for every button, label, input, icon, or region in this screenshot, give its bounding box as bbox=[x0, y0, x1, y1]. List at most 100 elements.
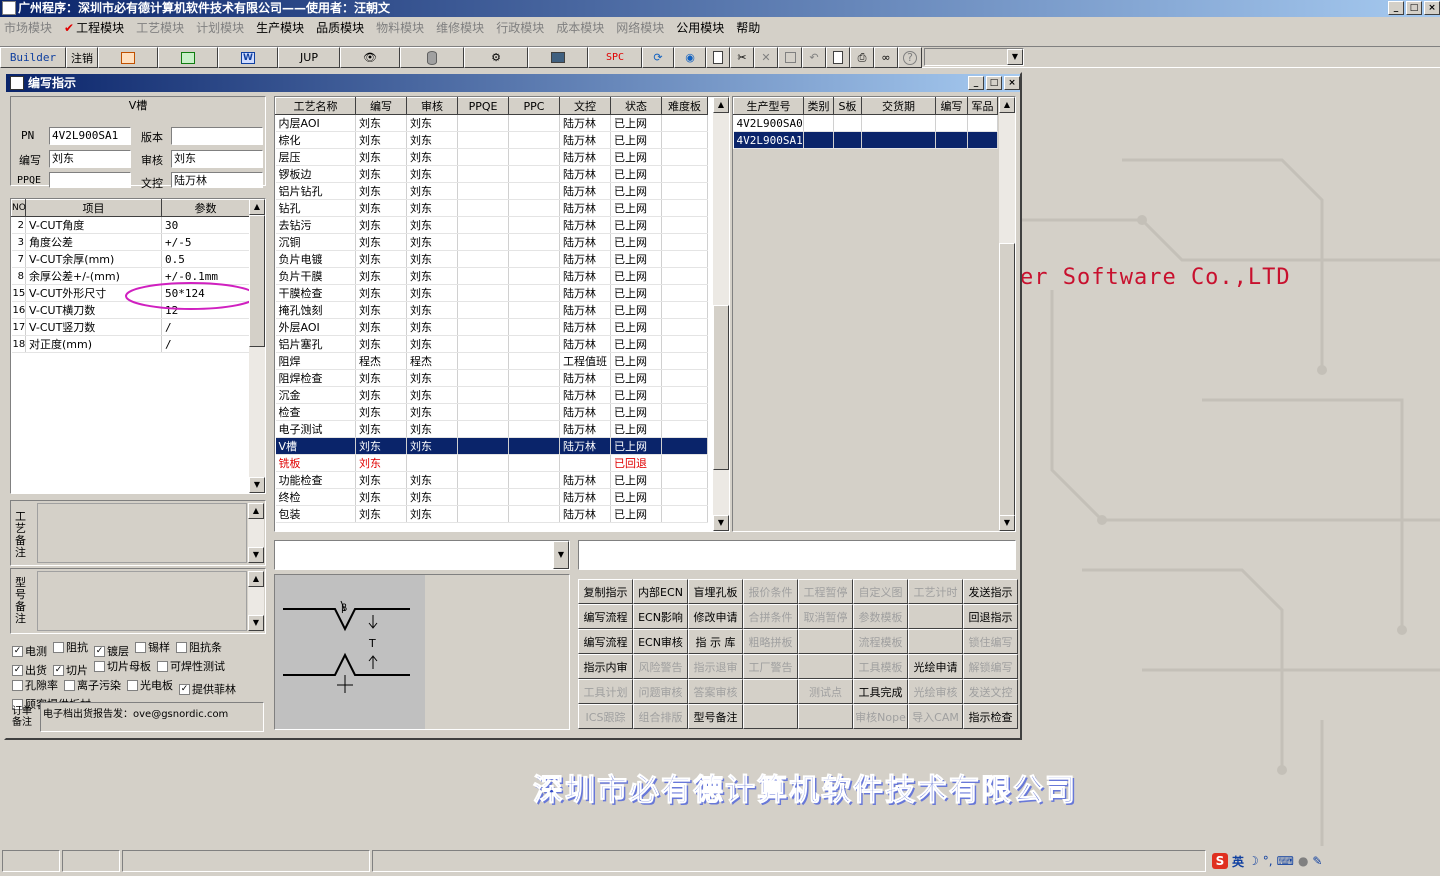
menu-item-4[interactable]: 生产模块 bbox=[256, 19, 304, 36]
save-button[interactable] bbox=[778, 47, 802, 68]
process-row[interactable]: 层压 刘东 刘东 陆万林 已上网 bbox=[275, 148, 708, 166]
order-remarks-field[interactable]: 电子档出货报告发：ove@gsnordic.com bbox=[40, 702, 264, 732]
process-header-2[interactable]: 审核 bbox=[406, 97, 458, 115]
unchecked-icon[interactable] bbox=[53, 642, 64, 653]
refresh-button[interactable]: ⟳ bbox=[642, 47, 674, 68]
model-scrollbar[interactable]: ▲ ▼ bbox=[999, 97, 1015, 531]
action-button-2-2[interactable]: 指 示 库 bbox=[688, 629, 743, 654]
scroll-thumb[interactable] bbox=[999, 243, 1015, 523]
process-row[interactable]: 铝片塞孔 刘东 刘东 陆万林 已上网 bbox=[275, 335, 708, 353]
process-row[interactable]: 负片干膜 刘东 刘东 陆万林 已上网 bbox=[275, 267, 708, 285]
control-field[interactable]: 陆万林 bbox=[171, 172, 263, 188]
scroll-down-icon[interactable]: ▼ bbox=[713, 515, 729, 531]
process-header-0[interactable]: 工艺名称 bbox=[275, 97, 356, 115]
scroll-up-icon[interactable]: ▲ bbox=[248, 503, 264, 519]
process-remarks-scrollbar[interactable]: ▲ ▼ bbox=[248, 503, 264, 563]
menu-item-1[interactable]: ✔ 工程模块 bbox=[64, 19, 124, 36]
scroll-down-icon[interactable]: ▼ bbox=[999, 515, 1015, 531]
checkbox-0-1[interactable]: 阻抗 bbox=[53, 640, 88, 655]
maximize-button[interactable]: □ bbox=[1406, 1, 1422, 15]
checkbox-1-2[interactable]: 切片母板 bbox=[94, 659, 151, 674]
user-icon[interactable]: ● bbox=[1298, 854, 1308, 868]
network-button[interactable]: ⚙ bbox=[464, 47, 528, 68]
pn-field[interactable]: 4V2L900SA1 bbox=[49, 127, 131, 145]
find-button[interactable]: ∞ bbox=[874, 47, 898, 68]
ppqe-field[interactable] bbox=[49, 172, 131, 188]
menu-item-2[interactable]: 工艺模块 bbox=[136, 19, 184, 36]
model-row[interactable]: 4V2L900SA0 bbox=[733, 114, 998, 132]
process-row[interactable]: 钻孔 刘东 刘东 陆万林 已上网 bbox=[275, 199, 708, 217]
process-scrollbar[interactable]: ▲ ▼ bbox=[713, 97, 729, 531]
params-row[interactable]: 18 对正度(mm) / bbox=[11, 335, 250, 353]
process-header-4[interactable]: PPC bbox=[508, 97, 560, 115]
process-row[interactable]: 沉铜 刘东 刘东 陆万林 已上网 bbox=[275, 233, 708, 251]
process-row[interactable]: 负片电镀 刘东 刘东 陆万林 已上网 bbox=[275, 250, 708, 268]
checked-icon[interactable]: ✓ bbox=[53, 665, 64, 676]
child-minimize-button[interactable]: _ bbox=[968, 76, 984, 90]
menu-item-0[interactable]: 市场模块 bbox=[4, 19, 52, 36]
action-button-1-7[interactable]: 回退指示 bbox=[963, 604, 1018, 629]
checked-icon[interactable]: ✓ bbox=[179, 684, 190, 695]
process-row[interactable]: V槽 刘东 刘东 陆万林 已上网 bbox=[275, 437, 708, 455]
process-remarks-field[interactable] bbox=[37, 503, 247, 563]
jup-button[interactable]: JUP bbox=[278, 47, 340, 68]
action-button-1-2[interactable]: 修改申请 bbox=[688, 604, 743, 629]
process-row[interactable]: 掩孔蚀刻 刘东 刘东 陆万林 已上网 bbox=[275, 301, 708, 319]
minimize-button[interactable]: _ bbox=[1388, 1, 1404, 15]
process-header-3[interactable]: PPQE bbox=[457, 97, 509, 115]
checkbox-0-3[interactable]: 锡样 bbox=[135, 640, 170, 655]
params-header-value[interactable]: 参数 bbox=[161, 199, 250, 217]
process-header-7[interactable]: 难度板 bbox=[661, 97, 708, 115]
chevron-down-icon[interactable]: ▼ bbox=[553, 541, 569, 569]
menu-item-9[interactable]: 成本模块 bbox=[556, 19, 604, 36]
checkbox-1-1[interactable]: ✓ 切片 bbox=[53, 663, 88, 678]
close-button[interactable]: × bbox=[1424, 1, 1440, 15]
checkbox-1-0[interactable]: ✓ 出货 bbox=[12, 663, 47, 678]
model-header-3[interactable]: 交货期 bbox=[861, 97, 936, 115]
process-row[interactable]: 内层AOI 刘东 刘东 陆万林 已上网 bbox=[275, 114, 708, 132]
menu-item-5[interactable]: 品质模块 bbox=[316, 19, 364, 36]
scroll-up-icon[interactable]: ▲ bbox=[999, 97, 1015, 113]
unchecked-icon[interactable] bbox=[127, 680, 138, 691]
model-header-2[interactable]: S板 bbox=[833, 97, 862, 115]
process-header-6[interactable]: 状态 bbox=[610, 97, 662, 115]
action-button-0-2[interactable]: 盲埋孔板 bbox=[688, 579, 743, 604]
action-button-2-0[interactable]: 编写流程 bbox=[578, 629, 633, 654]
checkbox-2-1[interactable]: 离子污染 bbox=[64, 678, 121, 693]
model-remarks-field[interactable] bbox=[37, 571, 247, 631]
child-close-button[interactable]: × bbox=[1004, 76, 1020, 90]
process-row[interactable]: 铝片钻孔 刘东 刘东 陆万林 已上网 bbox=[275, 182, 708, 200]
checked-icon[interactable]: ✓ bbox=[94, 646, 105, 657]
model-header-4[interactable]: 编写 bbox=[935, 97, 968, 115]
process-row[interactable]: 终检 刘东 刘东 陆万林 已上网 bbox=[275, 488, 708, 506]
action-button-0-1[interactable]: 内部ECN bbox=[633, 579, 688, 604]
checkbox-1-3[interactable]: 可焊性测试 bbox=[157, 659, 225, 674]
scroll-down-icon[interactable]: ▼ bbox=[248, 547, 264, 563]
preview-button[interactable] bbox=[826, 47, 850, 68]
keyboard-icon[interactable]: ⌨ bbox=[1277, 854, 1294, 868]
model-header-1[interactable]: 类别 bbox=[803, 97, 834, 115]
menu-item-10[interactable]: 网络模块 bbox=[616, 19, 664, 36]
process-row[interactable]: 沉金 刘东 刘东 陆万林 已上网 bbox=[275, 386, 708, 404]
menu-item-12[interactable]: 帮助 bbox=[736, 19, 760, 36]
scroll-up-icon[interactable]: ▲ bbox=[248, 571, 264, 587]
scroll-down-icon[interactable]: ▼ bbox=[249, 477, 265, 493]
help-button[interactable]: ? bbox=[898, 47, 922, 68]
params-row[interactable]: 17 V-CUT竖刀数 / bbox=[11, 318, 250, 336]
delete-button[interactable]: ✕ bbox=[754, 47, 778, 68]
action-button-5-7[interactable]: 指示检查 bbox=[963, 704, 1018, 729]
undo-button[interactable]: ↶ bbox=[802, 47, 826, 68]
params-row[interactable]: 2 V-CUT角度 30 bbox=[11, 216, 250, 234]
unchecked-icon[interactable] bbox=[157, 661, 168, 672]
process-header-5[interactable]: 文控 bbox=[559, 97, 611, 115]
scroll-down-icon[interactable]: ▼ bbox=[248, 615, 264, 631]
ppt-button[interactable] bbox=[98, 47, 158, 68]
process-row[interactable]: 外层AOI 刘东 刘东 陆万林 已上网 bbox=[275, 318, 708, 336]
process-row[interactable]: 锣板边 刘东 刘东 陆万林 已上网 bbox=[275, 165, 708, 183]
menu-item-8[interactable]: 行政模块 bbox=[496, 19, 544, 36]
action-button-4-5[interactable]: 工具完成 bbox=[853, 679, 908, 704]
database-button[interactable] bbox=[400, 47, 464, 68]
process-row[interactable]: 包装 刘东 刘东 陆万林 已上网 bbox=[275, 505, 708, 523]
action-button-1-1[interactable]: ECN影响 bbox=[633, 604, 688, 629]
punct-icon[interactable]: °, bbox=[1263, 854, 1273, 868]
